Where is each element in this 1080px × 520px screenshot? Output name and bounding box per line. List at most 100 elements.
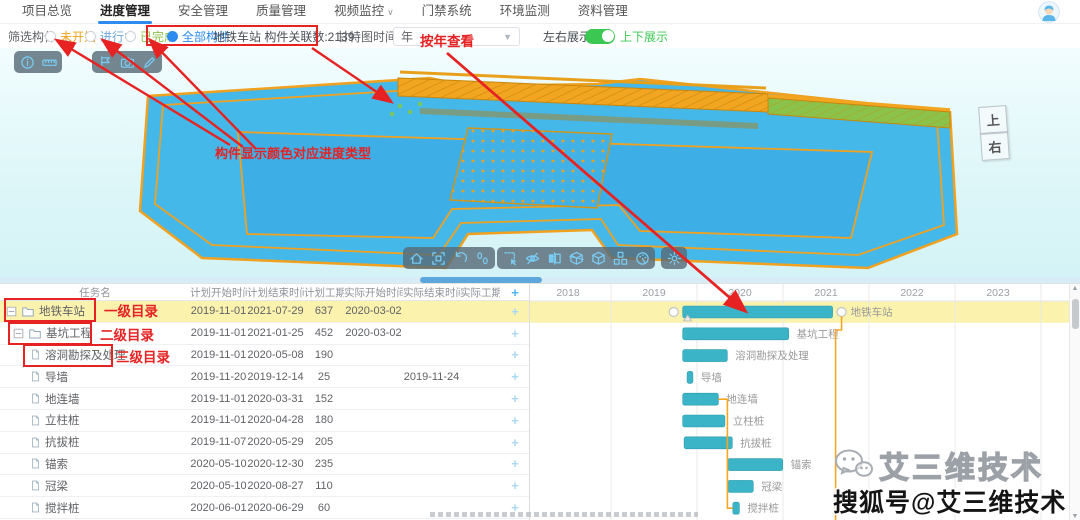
radio-icon[interactable] xyxy=(85,31,96,42)
nav-item-0[interactable]: 项目总览 xyxy=(8,0,86,24)
gear-icon[interactable] xyxy=(664,249,684,267)
gantt-bar[interactable] xyxy=(683,350,728,362)
gantt-bar[interactable] xyxy=(733,502,740,514)
expand-icon[interactable] xyxy=(6,306,17,317)
gantt-handle-right[interactable] xyxy=(837,308,846,317)
task-table: 任务名计划开始时间计划结束时间计划工期实际开始时间实际结束时间实际工期+ 地铁车… xyxy=(0,284,530,520)
table-row[interactable]: 溶洞勘探及处理 2019-11-01 2020-05-08 190 + xyxy=(0,345,529,367)
flag-icon[interactable] xyxy=(95,53,115,71)
radio-icon[interactable] xyxy=(167,31,178,42)
gantt-unit-select[interactable]: 年 ▼ xyxy=(393,27,520,46)
add-row-icon[interactable]: + xyxy=(500,347,530,362)
folder-icon xyxy=(21,305,35,318)
ruler-icon[interactable] xyxy=(39,53,59,71)
gantt-bar[interactable] xyxy=(728,459,783,471)
gantt-bar-label: 地铁车站 xyxy=(851,306,893,319)
nav-item-6[interactable]: 环境监测 xyxy=(486,0,564,24)
gantt-bar-label: 地连墙 xyxy=(726,393,758,406)
task-name: 抗拔桩 xyxy=(45,434,80,450)
excavation-3d-model xyxy=(0,48,1080,277)
walk-icon[interactable] xyxy=(472,249,492,267)
section-box-icon[interactable] xyxy=(566,249,586,267)
gantt-bar-label: 溶洞勘探及处理 xyxy=(735,349,809,362)
scroll-down-icon[interactable]: ▼ xyxy=(1070,513,1080,520)
gantt-handle-left[interactable] xyxy=(669,308,678,317)
view-cube-top-face[interactable]: 上 xyxy=(978,105,1008,134)
select-icon[interactable] xyxy=(500,249,520,267)
table-row[interactable]: 立柱桩 2019-11-01 2020-04-28 180 + xyxy=(0,410,529,432)
gantt-bar[interactable] xyxy=(683,306,833,318)
gantt-bar[interactable] xyxy=(728,480,754,492)
doc-icon xyxy=(30,348,41,361)
table-row[interactable]: 基坑工程 2019-11-01 2021-01-25 452 2020-03-0… xyxy=(0,323,529,345)
add-row-icon[interactable]: + xyxy=(500,391,530,406)
fit-icon[interactable] xyxy=(428,249,448,267)
explode-icon[interactable] xyxy=(610,249,630,267)
nav-item-5[interactable]: 门禁系统 xyxy=(408,0,486,24)
table-row[interactable]: 锚索 2020-05-10 2020-12-30 235 + xyxy=(0,454,529,476)
table-row[interactable]: 地铁车站 2019-11-01 2021-07-29 637 2020-03-0… xyxy=(0,301,529,323)
radio-icon[interactable] xyxy=(45,31,56,42)
task-name: 地连墙 xyxy=(45,391,80,407)
svg-text:2018: 2018 xyxy=(556,287,580,299)
task-name: 冠梁 xyxy=(45,478,68,494)
radio-icon[interactable] xyxy=(125,31,136,42)
caption-text-illegible xyxy=(430,512,698,517)
scroll-up-icon[interactable]: ▲ xyxy=(1070,285,1080,292)
camera-icon[interactable] xyxy=(117,53,137,71)
model-viewer-3d[interactable]: 上 右 xyxy=(0,48,1080,277)
expand-icon[interactable] xyxy=(13,328,24,339)
task-name: 基坑工程 xyxy=(46,325,92,341)
svg-text:2022: 2022 xyxy=(900,287,924,299)
gantt-bar-label: 搅拌桩 xyxy=(747,502,779,515)
task-name: 地铁车站 xyxy=(39,303,85,319)
undo-icon[interactable] xyxy=(450,249,470,267)
doc-icon xyxy=(30,370,41,383)
layout-toggle-right-label: 上下展示 xyxy=(620,28,668,45)
nav-item-1[interactable]: 进度管理 xyxy=(86,0,164,24)
add-row-icon[interactable]: + xyxy=(500,456,530,471)
table-row[interactable]: 导墙 2019-11-20 2019-12-14 25 2019-11-24 + xyxy=(0,366,529,388)
filter-bar: 筛选构件 未开始 进行中 已完成 全部构件 地铁车站 构件关联数:2139 甘特… xyxy=(0,24,1080,48)
gantt-unit-value: 年 xyxy=(401,28,413,45)
gantt-bar-label: 导墙 xyxy=(701,371,722,384)
roam-icon[interactable] xyxy=(632,249,652,267)
cube-icon[interactable] xyxy=(588,249,608,267)
vertical-scrollbar[interactable]: ▲ ▼ xyxy=(1069,284,1080,520)
add-column-icon[interactable]: + xyxy=(500,285,530,300)
gantt-bar[interactable] xyxy=(683,393,719,405)
gantt-bar-label: 冠梁 xyxy=(761,480,782,493)
pencil-icon[interactable] xyxy=(139,53,159,71)
gantt-bar-label: 基坑工程 xyxy=(797,327,839,340)
nav-item-3[interactable]: 质量管理 xyxy=(242,0,320,24)
home-icon[interactable] xyxy=(406,249,426,267)
section-icon[interactable] xyxy=(544,249,564,267)
add-row-icon[interactable]: + xyxy=(500,435,530,450)
nav-item-2[interactable]: 安全管理 xyxy=(164,0,242,24)
hide-icon[interactable] xyxy=(522,249,542,267)
gantt-chart: 201820192020202120222023地铁车站基坑工程溶洞勘探及处理导… xyxy=(530,284,1080,520)
gantt-bar[interactable] xyxy=(683,415,725,427)
vertical-scrollbar-thumb[interactable] xyxy=(1072,299,1079,329)
table-row[interactable]: 地连墙 2019-11-01 2020-03-31 152 + xyxy=(0,388,529,410)
nav-item-7[interactable]: 资料管理 xyxy=(564,0,642,24)
user-avatar[interactable] xyxy=(1038,1,1060,23)
task-name: 搅拌桩 xyxy=(45,500,80,516)
add-row-icon[interactable]: + xyxy=(500,478,530,493)
info-icon[interactable] xyxy=(17,53,37,71)
gantt-bar[interactable] xyxy=(684,437,732,449)
add-row-icon[interactable]: + xyxy=(500,304,530,319)
layout-toggle-switch[interactable] xyxy=(585,29,615,44)
view-cube-side-face[interactable]: 右 xyxy=(980,132,1010,161)
table-row[interactable]: 抗拔桩 2019-11-07 2020-05-29 205 + xyxy=(0,432,529,454)
gantt-connector xyxy=(836,316,842,520)
top-nav-bar: 项目总览进度管理安全管理质量管理视频监控∨门禁系统环境监测资料管理 xyxy=(0,0,1080,24)
add-row-icon[interactable]: + xyxy=(500,369,530,384)
table-row[interactable]: 冠梁 2020-05-10 2020-08-27 110 + xyxy=(0,475,529,497)
gantt-bar-label: 抗拔桩 xyxy=(740,436,772,449)
gantt-bar[interactable] xyxy=(683,328,789,340)
gantt-bar[interactable] xyxy=(687,371,693,383)
add-row-icon[interactable]: + xyxy=(500,326,530,341)
add-row-icon[interactable]: + xyxy=(500,413,530,428)
nav-item-4[interactable]: 视频监控∨ xyxy=(320,0,408,24)
